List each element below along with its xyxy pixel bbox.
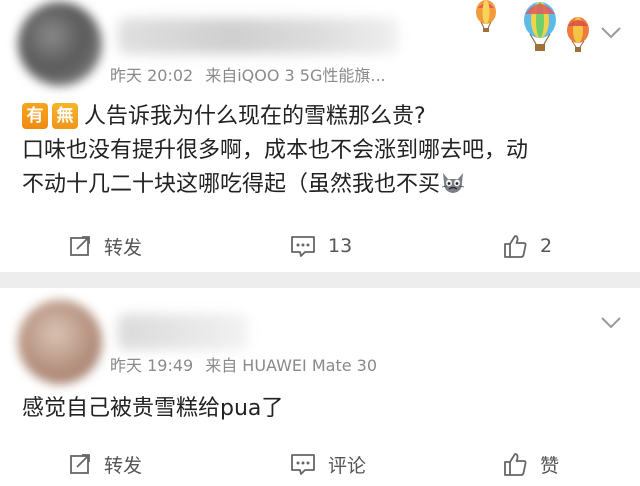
post-content: 感觉自己被贵雪糕给pua了 <box>22 392 283 426</box>
cat-emoji-icon <box>441 173 465 193</box>
post-time: 昨天 20:02 <box>110 66 194 85</box>
post-content: 有無人告诉我为什么现在的雪糕那么贵? 口味也没有提升很多啊，成本也不会涨到哪去吧… <box>22 100 528 202</box>
avatar[interactable] <box>18 2 102 86</box>
action-bar: 转发 评论 赞 <box>0 444 640 484</box>
tag-badge: 有 <box>22 103 48 129</box>
repost-icon <box>70 454 90 474</box>
like-icon <box>504 453 527 476</box>
comment-card: 昨天 20:02 来自iQOO 3 5G性能旗... 有無人告诉我为什么现在的雪糕… <box>0 0 640 272</box>
tag-badge: 無 <box>52 103 78 129</box>
content-line: 感觉自己被贵雪糕给pua了 <box>22 396 284 421</box>
post-meta: 昨天 20:02 来自iQOO 3 5G性能旗... <box>110 62 386 86</box>
username-blurred[interactable] <box>118 18 398 54</box>
like-icon <box>504 235 527 258</box>
avatar[interactable] <box>18 300 102 384</box>
content-text: 人告诉我为什么现在的雪糕那么贵? <box>84 104 426 129</box>
comment-icon <box>291 236 315 257</box>
repost-icon <box>70 236 90 256</box>
like-label: 赞 <box>540 454 560 477</box>
content-line: 口味也没有提升很多啊，成本也不会涨到哪去吧，动 <box>22 138 529 163</box>
chevron-down-icon[interactable] <box>600 316 622 330</box>
comment-button[interactable]: 13 <box>290 232 352 260</box>
comment-count: 13 <box>328 235 353 257</box>
action-bar: 转发 13 2 <box>0 226 640 266</box>
like-count: 2 <box>540 235 553 257</box>
repost-button[interactable]: 转发 <box>68 450 142 478</box>
comment-button[interactable]: 评论 <box>290 450 366 478</box>
post-meta: 昨天 19:49 来自 HUAWEI Mate 30 <box>110 352 377 376</box>
post-source: 来自iQOO 3 5G性能旗... <box>205 66 386 85</box>
comment-label: 评论 <box>328 454 367 477</box>
hot-air-balloons-icon <box>476 0 589 52</box>
content-text: 不动十几二十块这哪吃得起（虽然我也不买 <box>22 172 441 197</box>
post-time: 昨天 19:49 <box>110 356 194 375</box>
repost-label: 转发 <box>104 236 143 259</box>
like-button[interactable]: 2 <box>502 232 552 260</box>
section-divider <box>0 272 640 288</box>
comment-icon <box>291 454 315 475</box>
username-blurred[interactable] <box>118 314 248 350</box>
post-source: 来自 HUAWEI Mate 30 <box>205 356 378 375</box>
chevron-down-icon[interactable] <box>600 26 622 40</box>
content-line: 不动十几二十块这哪吃得起（虽然我也不买 <box>22 168 528 202</box>
repost-label: 转发 <box>104 454 143 477</box>
like-button[interactable]: 赞 <box>502 450 559 478</box>
content-line: 有無人告诉我为什么现在的雪糕那么贵? <box>22 100 528 134</box>
repost-button[interactable]: 转发 <box>68 232 142 260</box>
comment-card: 昨天 19:49 来自 HUAWEI Mate 30 感觉自己被贵雪糕给pua了 … <box>0 288 640 486</box>
